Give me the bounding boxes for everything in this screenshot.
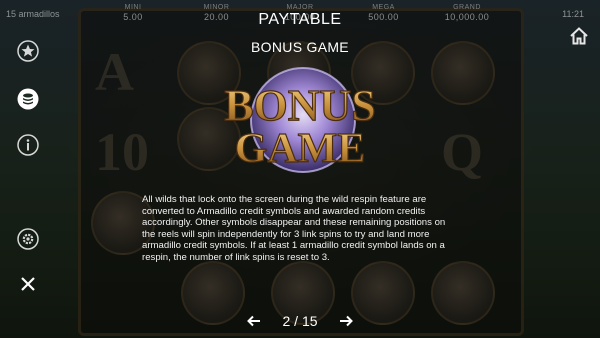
next-page-button[interactable]: [338, 314, 354, 328]
close-icon: [21, 277, 35, 291]
arrow-left-icon: [247, 315, 261, 327]
paytable-subtitle: BONUS GAME: [251, 39, 349, 55]
bonus-game-logo: BONUS GAME: [224, 67, 376, 173]
gear-icon: [17, 228, 39, 250]
logo-word-game: GAME: [235, 126, 366, 172]
page-indicator: 2 / 15: [282, 313, 318, 329]
close-button[interactable]: [17, 273, 39, 295]
coin-stack-icon: [17, 88, 39, 110]
page-navigation: 2 / 15: [0, 313, 600, 329]
info-icon: [17, 134, 39, 156]
logo-word-bonus: BONUS: [224, 81, 376, 130]
paytable-button[interactable]: [17, 88, 39, 110]
arrow-right-icon: [339, 315, 353, 327]
bonus-game-description: All wilds that lock onto the screen duri…: [142, 194, 446, 263]
previous-page-button[interactable]: [246, 314, 262, 328]
info-button[interactable]: [17, 134, 39, 156]
settings-button[interactable]: [17, 228, 39, 250]
paytable-title: PAYTABLE: [258, 11, 342, 28]
